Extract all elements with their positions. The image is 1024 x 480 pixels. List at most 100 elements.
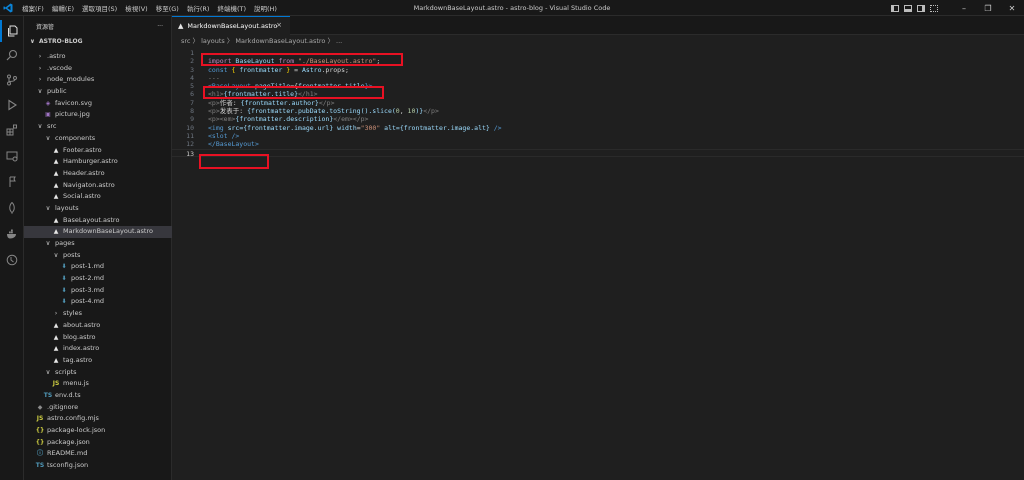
file-item[interactable]: ▲ tag.astro	[24, 355, 172, 367]
file-item[interactable]: ▲ about.astro	[24, 320, 172, 332]
file-item[interactable]: ▲ Hamburger.astro	[24, 156, 172, 168]
extensions-icon[interactable]	[0, 119, 24, 141]
file-item[interactable]: ▲ index.astro	[24, 343, 172, 355]
tree-item-label: post-2.md	[71, 274, 105, 283]
code-text: <p><em>{frontmatter.description}</em></p…	[208, 115, 368, 123]
menu-item[interactable]: 移至(G)	[156, 3, 179, 13]
menu-item[interactable]: 執行(R)	[187, 3, 210, 13]
menu-item[interactable]: 編輯(E)	[52, 3, 74, 13]
toggle-panel-icon[interactable]	[904, 4, 912, 12]
breadcrumb[interactable]: src 〉 layouts 〉 MarkdownBaseLayout.astro…	[172, 35, 1024, 48]
folder-item[interactable]: ∨ pages	[24, 238, 172, 250]
toggle-secondary-sidebar-icon[interactable]	[917, 4, 925, 12]
file-item[interactable]: {} package.json	[24, 437, 172, 449]
customize-layout-icon[interactable]	[930, 4, 938, 12]
file-item[interactable]: ▲ Footer.astro	[24, 145, 172, 157]
search-icon[interactable]	[0, 44, 24, 66]
file-item[interactable]: ▲ Social.astro	[24, 191, 172, 203]
tree-item-label: Hamburger.astro	[63, 157, 118, 166]
toggle-primary-sidebar-icon[interactable]	[891, 4, 899, 12]
folder-item[interactable]: › node_modules	[24, 74, 172, 86]
file-item[interactable]: ▲ MarkdownBaseLayout.astro	[24, 226, 172, 238]
code-line[interactable]: 7 <p>作者: {frontmatter.author}</p>	[172, 99, 1024, 107]
astro-file-icon: ▲	[53, 146, 59, 154]
timeline-icon[interactable]	[0, 249, 24, 271]
close-icon[interactable]: ✕	[1000, 4, 1024, 13]
menu-item[interactable]: 說明(H)	[254, 3, 277, 13]
tab-close-icon[interactable]: ×	[276, 21, 282, 29]
remote-explorer-icon[interactable]	[0, 145, 24, 167]
file-item[interactable]: ◈ favicon.svg	[24, 98, 172, 110]
code-token: 发表于:	[219, 107, 248, 116]
folder-item[interactable]: ∨ layouts	[24, 203, 172, 215]
file-item[interactable]: ⬇ post-3.md	[24, 285, 172, 297]
menu-item[interactable]: 檢視(V)	[125, 3, 148, 13]
file-item[interactable]: {} package-lock.json	[24, 425, 172, 437]
file-item[interactable]: ▣ picture.jpg	[24, 109, 172, 121]
code-text: <p>作者: {frontmatter.author}</p>	[208, 99, 335, 107]
folder-item[interactable]: ∨ public	[24, 86, 172, 98]
folder-item[interactable]: ∨ components	[24, 133, 172, 145]
menu-item[interactable]: 終端機(T)	[217, 3, 246, 13]
file-item[interactable]: TS env.d.ts	[24, 390, 172, 402]
testing-icon[interactable]	[0, 171, 24, 193]
tree-item-label: styles	[63, 309, 82, 318]
file-item[interactable]: ▲ BaseLayout.astro	[24, 215, 172, 227]
menu-item[interactable]: 檔案(F)	[22, 3, 44, 13]
file-item[interactable]: TS tsconfig.json	[24, 460, 172, 472]
docker-whale-icon[interactable]	[0, 223, 24, 245]
run-debug-icon[interactable]	[0, 94, 24, 116]
code-text: <img src={frontmatter.image.url} width="…	[208, 124, 502, 132]
folder-item[interactable]: ∨ posts	[24, 250, 172, 262]
line-number: 12	[186, 140, 194, 149]
minimize-icon[interactable]: –	[952, 4, 976, 13]
folder-item[interactable]: › .astro	[24, 51, 172, 63]
code-line[interactable]: 11 <slot />	[172, 132, 1024, 140]
file-item[interactable]: ▲ Navigaton.astro	[24, 180, 172, 192]
folder-item[interactable]: ∨ src	[24, 121, 172, 133]
folder-item[interactable]: › styles	[24, 308, 172, 320]
code-line[interactable]: 3 const { frontmatter } = Astro.props;	[172, 66, 1024, 74]
file-item[interactable]: ⬇ post-4.md	[24, 296, 172, 308]
tree-item-label: Social.astro	[63, 192, 101, 201]
explorer-more-actions-icon[interactable]: ···	[157, 23, 163, 30]
astro-file-icon: ▲	[178, 22, 184, 30]
file-item[interactable]: ▲ Header.astro	[24, 168, 172, 180]
explorer-icon[interactable]	[0, 20, 24, 42]
line-number: 5	[190, 82, 194, 91]
markdown-file-icon: ⬇	[61, 275, 67, 283]
astro-file-icon: ▲	[53, 228, 59, 236]
chevron-down-icon: ∨	[45, 367, 51, 376]
line-number: 8	[190, 107, 194, 116]
file-item[interactable]: ⬇ post-1.md	[24, 261, 172, 273]
code-line[interactable]: 9 <p><em>{frontmatter.description}</em></…	[172, 115, 1024, 123]
code-line[interactable]: 13	[172, 148, 1024, 158]
file-item[interactable]: JS menu.js	[24, 378, 172, 390]
code-line[interactable]: 8 <p>发表于: {frontmatter.pubDate.toString()…	[172, 107, 1024, 115]
folder-item[interactable]: › .vscode	[24, 63, 172, 75]
mongodb-leaf-icon[interactable]	[0, 197, 24, 219]
code-line[interactable]: 4 ---	[172, 74, 1024, 82]
tree-item-label: menu.js	[63, 379, 89, 388]
tree-item-label: favicon.svg	[55, 98, 93, 107]
restore-icon[interactable]: ❐	[976, 4, 1000, 13]
astro-file-icon: ▲	[53, 181, 59, 189]
folder-item[interactable]: ∨ scripts	[24, 367, 172, 379]
code-token: frontmatter	[239, 65, 283, 74]
workspace-root[interactable]: ∨ ASTRO-BLOG	[24, 36, 171, 48]
file-item[interactable]: ⓘ README.md	[24, 448, 172, 460]
javascript-file-icon: JS	[52, 380, 60, 388]
file-item[interactable]: ⬇ post-2.md	[24, 273, 172, 285]
code-line[interactable]: 12 </BaseLayout>	[172, 140, 1024, 148]
astro-file-icon: ▲	[53, 193, 59, 201]
tree-item-label: about.astro	[63, 320, 101, 329]
tree-item-label: .gitignore	[47, 402, 79, 411]
file-item[interactable]: ▲ blog.astro	[24, 332, 172, 344]
source-control-icon[interactable]	[0, 69, 24, 91]
file-item[interactable]: ◆ .gitignore	[24, 402, 172, 414]
tree-item-label: index.astro	[63, 344, 100, 353]
code-line[interactable]: 10 <img src={frontmatter.image.url} width…	[172, 124, 1024, 132]
file-item[interactable]: JS astro.config.mjs	[24, 413, 172, 425]
tab-markdownbaselayout[interactable]: ▲ MarkdownBaseLayout.astro ×	[172, 16, 290, 35]
menu-item[interactable]: 選取項目(S)	[82, 3, 117, 13]
